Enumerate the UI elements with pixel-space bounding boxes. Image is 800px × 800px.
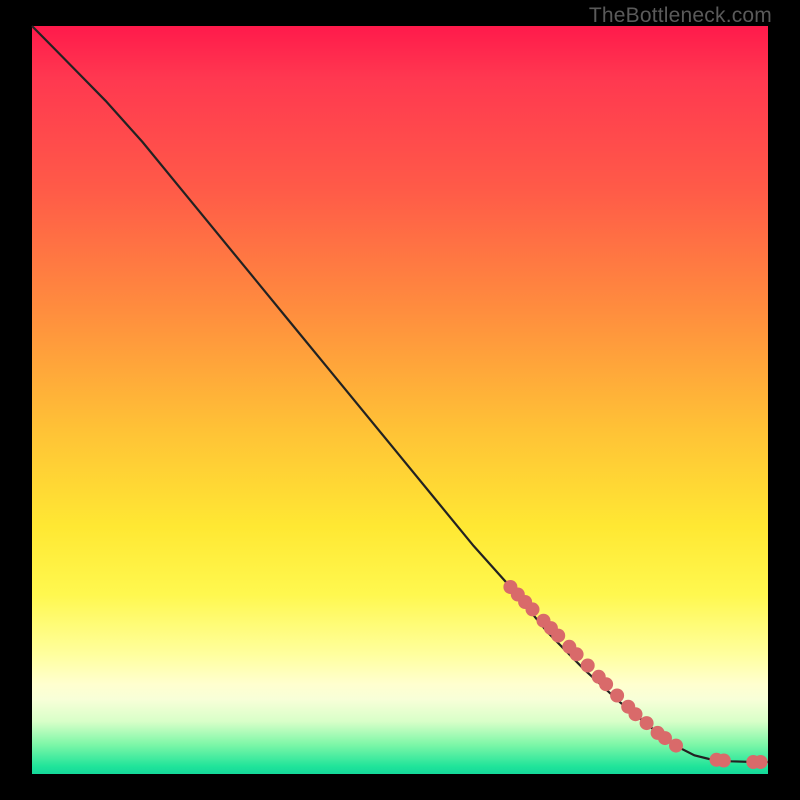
chart-svg	[32, 26, 768, 774]
data-marker	[717, 754, 731, 768]
data-marker	[581, 659, 595, 673]
data-marker	[610, 689, 624, 703]
watermark-text: TheBottleneck.com	[589, 4, 772, 28]
chart-frame: TheBottleneck.com	[0, 0, 800, 800]
data-marker	[669, 739, 683, 753]
data-marker	[629, 707, 643, 721]
curve-line	[32, 26, 768, 762]
data-marker	[754, 755, 768, 769]
data-marker	[599, 677, 613, 691]
data-markers	[503, 580, 767, 769]
data-marker	[551, 629, 565, 643]
data-marker	[640, 716, 654, 730]
data-marker	[570, 647, 584, 661]
plot-area	[32, 26, 768, 774]
data-marker	[526, 602, 540, 616]
